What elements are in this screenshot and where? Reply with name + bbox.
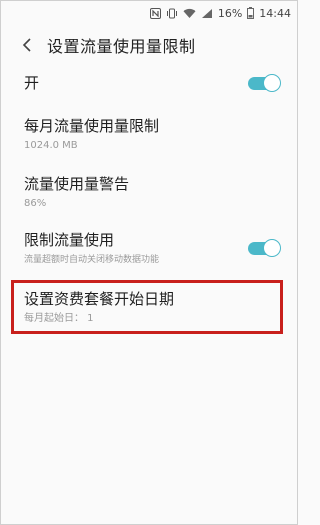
page-title: 设置流量使用量限制 [47, 37, 196, 56]
wifi-icon [183, 8, 196, 19]
monthly-limit-title: 每月流量使用量限制 [24, 116, 160, 135]
usage-warning-value: 86% [24, 197, 47, 209]
main-switch-row[interactable]: 开 [1, 67, 299, 99]
clock: 14:44 [259, 6, 291, 20]
toggle-knob [263, 239, 281, 257]
usage-warning-row[interactable]: 流量使用量警告 86% [1, 169, 299, 215]
monthly-limit-row[interactable]: 每月流量使用量限制 1024.0 MB [1, 111, 299, 157]
limit-usage-row[interactable]: 限制流量使用 流量超额时自动关闭移动数据功能 [1, 228, 299, 268]
toggle-knob [263, 74, 281, 92]
signal-icon [201, 8, 213, 19]
app-header: 设置流量使用量限制 [1, 25, 299, 65]
battery-percent: 16% [217, 6, 243, 20]
phone-screen: 16% 14:44 设置流量使用量限制 开 每月流量使用量限制 1024.0 M… [0, 0, 298, 525]
back-button[interactable] [7, 25, 47, 65]
monthly-limit-value: 1024.0 MB [24, 139, 78, 151]
nfc-icon [149, 7, 161, 19]
back-arrow-icon [22, 38, 31, 52]
highlight-box [11, 280, 283, 334]
main-switch-label: 开 [24, 74, 40, 92]
vibrate-icon [166, 8, 178, 19]
main-switch-toggle[interactable] [246, 74, 281, 92]
usage-warning-title: 流量使用量警告 [24, 174, 130, 193]
status-bar: 16% 14:44 [1, 1, 299, 25]
limit-usage-description: 流量超额时自动关闭移动数据功能 [24, 254, 160, 265]
limit-usage-title: 限制流量使用 [24, 230, 115, 249]
battery-icon [247, 7, 255, 19]
limit-usage-toggle[interactable] [246, 239, 281, 257]
